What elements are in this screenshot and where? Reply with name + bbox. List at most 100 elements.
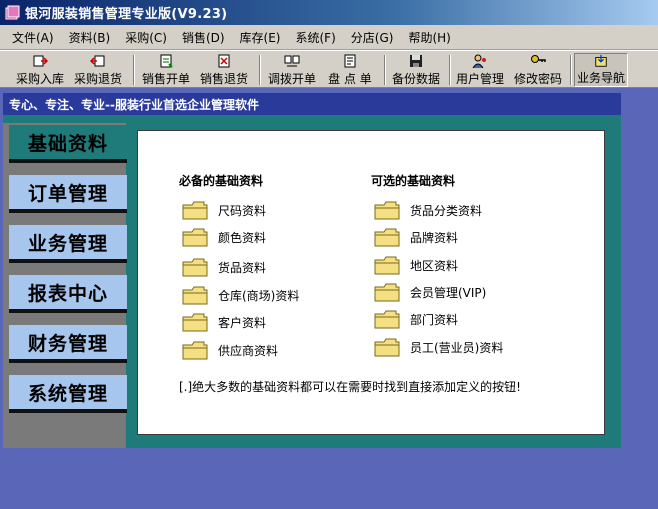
required-item-size[interactable]: 尺码资料: [182, 199, 266, 221]
user-management-icon: [472, 54, 486, 69]
required-item-customer[interactable]: 客户资料: [182, 311, 266, 333]
transfer-order-button[interactable]: 调拨开单: [266, 53, 318, 87]
toolbar-label: 盘 点 单: [328, 72, 372, 86]
sales-order-button[interactable]: 销售开单: [140, 53, 192, 87]
inventory-count-button[interactable]: 盘 点 单: [324, 53, 376, 87]
backup-data-button[interactable]: 备份数据: [390, 53, 442, 87]
menu-sales[interactable]: 销售(D): [182, 29, 225, 46]
optional-section-title: 可选的基础资料: [371, 174, 456, 188]
purchase-in-button[interactable]: 采购入库: [14, 53, 66, 87]
sidebar-item-label: 基础资料: [27, 132, 108, 155]
optional-item-employee[interactable]: 员工(营业员)资料: [374, 336, 503, 358]
sales-order-icon: [160, 54, 173, 68]
folder-icon: [374, 310, 400, 329]
required-item-warehouse[interactable]: 仓库(商场)资料: [182, 284, 299, 306]
sidebar-item-system-management[interactable]: 系统管理: [9, 375, 127, 413]
optional-item-brand[interactable]: 品牌资料: [374, 226, 458, 248]
item-label: 地区资料: [410, 258, 459, 273]
backup-icon: [410, 55, 422, 67]
menu-data[interactable]: 资料(B): [69, 29, 111, 46]
folder-icon: [182, 258, 208, 277]
folder-icon: [374, 256, 400, 275]
user-management-button[interactable]: 用户管理: [454, 53, 506, 87]
content-panel: 必备的基础资料 可选的基础资料 尺码资料 颜色资料 货品资料 仓库(商场)资料 …: [137, 130, 605, 435]
business-nav-icon: [595, 54, 607, 67]
optional-item-goods-category[interactable]: 货品分类资料: [374, 199, 482, 221]
sidebar-item-label: 订单管理: [27, 182, 108, 205]
optional-item-region[interactable]: 地区资料: [374, 254, 458, 276]
inventory-count-icon: [344, 54, 356, 68]
window-title: 银河服装销售管理专业版(V9.23): [25, 7, 228, 22]
toolbar-label: 销售退货: [199, 72, 248, 86]
item-label: 仓库(商场)资料: [218, 288, 300, 303]
sidebar-item-basic-data[interactable]: 基础资料: [9, 125, 127, 163]
toolbar-label: 用户管理: [455, 72, 504, 86]
sales-return-button[interactable]: 销售退货: [198, 53, 250, 87]
required-item-goods[interactable]: 货品资料: [182, 256, 266, 278]
folder-icon: [182, 201, 208, 220]
folder-icon: [182, 313, 208, 332]
toolbar-label: 销售开单: [141, 72, 190, 86]
transfer-icon: [284, 55, 300, 67]
toolbar: 采购入库 采购退货 销售开单 销售退货 调拨开单 盘 点 单 备份数据 用户管理…: [0, 50, 658, 88]
item-label: 品牌资料: [410, 230, 459, 245]
sidebar-item-order-management[interactable]: 订单管理: [9, 175, 127, 213]
sales-return-icon: [218, 54, 230, 68]
folder-icon: [374, 338, 400, 357]
sidebar: 基础资料 订单管理 业务管理 报表中心 财务管理 系统管理: [3, 123, 127, 448]
sidebar-item-finance-management[interactable]: 财务管理: [9, 325, 127, 363]
sidebar-item-label: 业务管理: [27, 232, 108, 255]
title-bar: 银河服装销售管理专业版(V9.23): [0, 0, 658, 25]
required-item-supplier[interactable]: 供应商资料: [182, 339, 278, 361]
item-label: 货品资料: [218, 260, 267, 275]
item-label: 部门资料: [410, 312, 459, 327]
menu-inventory[interactable]: 库存(E): [240, 29, 281, 46]
optional-item-vip-members[interactable]: 会员管理(VIP): [374, 281, 486, 303]
sidebar-item-label: 系统管理: [27, 382, 108, 405]
menu-branch[interactable]: 分店(G): [351, 29, 394, 46]
toolbar-separator: [570, 55, 572, 85]
banner: 专心、专注、专业--服装行业首选企业管理软件: [3, 93, 621, 115]
menu-system[interactable]: 系统(F): [296, 29, 336, 46]
item-label: 供应商资料: [218, 343, 279, 358]
business-nav-button[interactable]: 业务导航: [574, 53, 628, 87]
toolbar-label: 业务导航: [576, 71, 625, 85]
sidebar-item-report-center[interactable]: 报表中心: [9, 275, 127, 313]
folder-icon: [182, 286, 208, 305]
folder-icon: [182, 228, 208, 247]
purchase-return-button[interactable]: 采购退货: [72, 53, 124, 87]
toolbar-label: 修改密码: [513, 72, 562, 86]
purchase-return-icon: [90, 55, 105, 67]
toolbar-label: 备份数据: [391, 72, 440, 86]
change-password-icon: [531, 55, 546, 63]
optional-item-department[interactable]: 部门资料: [374, 308, 458, 330]
menu-help[interactable]: 帮助(H): [408, 29, 450, 46]
sidebar-item-label: 财务管理: [27, 332, 108, 355]
banner-text: 专心、专注、专业--服装行业首选企业管理软件: [9, 97, 259, 112]
item-label: 员工(营业员)资料: [410, 340, 504, 355]
toolbar-label: 采购退货: [73, 72, 122, 86]
folder-icon: [182, 341, 208, 360]
toolbar-separator: [259, 55, 261, 85]
folder-icon: [374, 228, 400, 247]
toolbar-separator: [449, 55, 451, 85]
item-label: 货品分类资料: [410, 203, 483, 218]
menu-bar: 文件(A) 资料(B) 采购(C) 销售(D) 库存(E) 系统(F) 分店(G…: [0, 25, 658, 50]
toolbar-label: 调拨开单: [267, 72, 316, 86]
purchase-in-icon: [33, 55, 48, 67]
toolbar-separator: [384, 55, 386, 85]
menu-purchase[interactable]: 采购(C): [125, 29, 167, 46]
toolbar-separator: [133, 55, 135, 85]
change-password-button[interactable]: 修改密码: [512, 53, 564, 87]
item-label: 客户资料: [218, 315, 267, 330]
menu-file[interactable]: 文件(A): [12, 29, 54, 46]
toolbar-label: 采购入库: [15, 72, 64, 86]
sidebar-item-label: 报表中心: [27, 282, 108, 305]
folder-icon: [374, 283, 400, 302]
sidebar-item-business-management[interactable]: 业务管理: [9, 225, 127, 263]
required-item-color[interactable]: 颜色资料: [182, 226, 266, 248]
required-section-title: 必备的基础资料: [179, 174, 264, 188]
item-label: 颜色资料: [218, 230, 267, 245]
item-label: 尺码资料: [218, 203, 267, 218]
hint-note: [.]绝大多数的基础资料都可以在需要时找到直接添加定义的按钮!: [179, 380, 521, 394]
